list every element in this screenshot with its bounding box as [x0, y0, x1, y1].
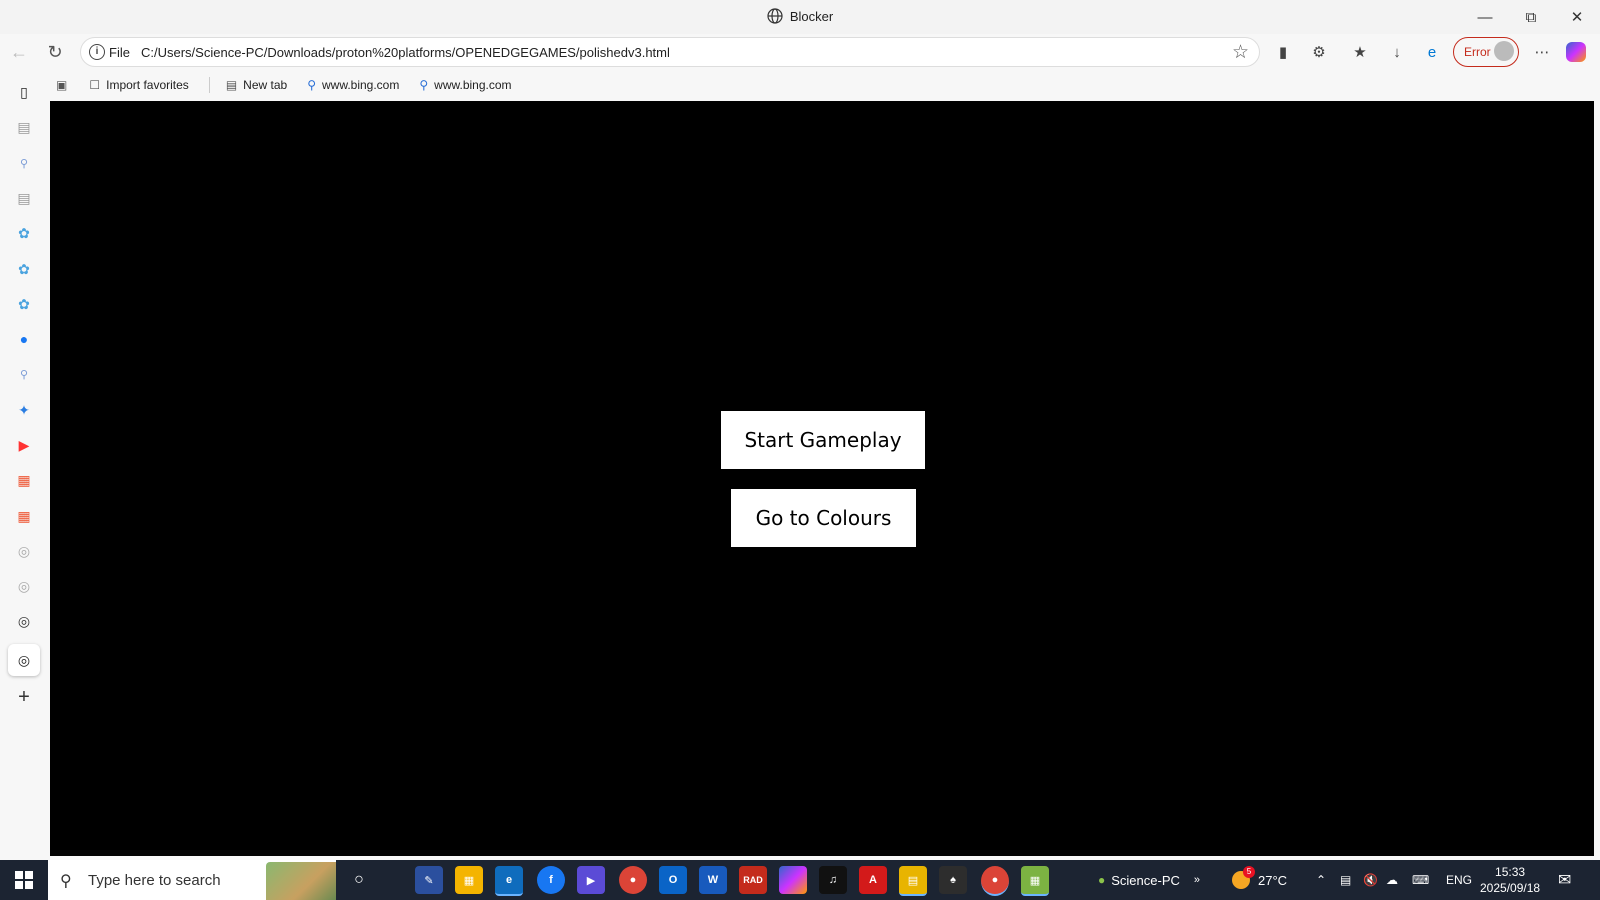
bookmark-divider — [208, 77, 210, 93]
address-url[interactable]: C:/Users/Science-PC/Downloads/proton%20p… — [141, 45, 670, 60]
clock-time: 15:33 — [1495, 865, 1526, 879]
app-copilot-icon[interactable] — [779, 866, 807, 894]
globe-icon — [767, 8, 783, 27]
vertical-tabs-sidebar: ▯ ▤ ⚲ ▤ ✿ ✿ ✿ ● ⚲ ✦ ▶ ▦ ▦ ◎ ◎ ◎ ◎ + — [0, 72, 48, 860]
tab-globe-icon[interactable]: ◎ — [12, 539, 36, 563]
taskbar: ⚲ Type here to search ○ ✎ ▦ e f ▶ ● O W … — [0, 860, 1600, 900]
tab-butterfly-icon[interactable]: ✿ — [12, 221, 36, 245]
copilot-icon[interactable] — [1566, 42, 1586, 62]
keyboard-icon[interactable]: ⌨ — [1412, 860, 1429, 900]
taskbar-user-label: Science-PC — [1111, 872, 1180, 888]
minimize-button[interactable]: — — [1462, 0, 1508, 34]
title-bar: Blocker — ⧉ ✕ — [0, 0, 1600, 34]
weather-widget[interactable]: 5 27°C — [1232, 860, 1287, 900]
language-indicator[interactable]: ENG — [1446, 860, 1472, 900]
search-highlight-image — [266, 862, 336, 900]
import-icon: ☐ — [89, 78, 101, 92]
restore-button[interactable]: ⧉ — [1508, 0, 1554, 34]
clock-date: 2025/09/18 — [1480, 881, 1541, 895]
app-tiktok-icon[interactable]: ♫ — [819, 866, 847, 894]
app-store-icon[interactable]: ▦ — [455, 866, 483, 894]
bookmark-import-favorites[interactable]: ☐ Import favorites — [89, 78, 188, 92]
taskbar-search[interactable]: ⚲ Type here to search — [48, 860, 336, 900]
tab-butterfly-icon[interactable]: ✿ — [12, 292, 36, 316]
tab-globe-active-icon[interactable]: ◎ — [8, 644, 40, 676]
window-title: Blocker — [0, 8, 1600, 27]
app-edge-icon[interactable]: e — [495, 866, 523, 896]
tab-globe-icon[interactable]: ◎ — [12, 609, 36, 633]
app-solitaire-icon[interactable]: ♠ — [939, 866, 967, 894]
chevron-right-icon[interactable]: » — [1194, 874, 1200, 886]
notifications-icon[interactable]: ✉ — [1558, 860, 1571, 900]
tab-page-icon[interactable]: ▤ — [12, 115, 36, 139]
tab-actions-icon[interactable]: ▣ — [56, 78, 73, 92]
game-canvas: Start Gameplay Go to Colours — [50, 101, 1594, 856]
weather-temp: 27°C — [1258, 872, 1288, 888]
weather-badge: 5 — [1243, 866, 1255, 878]
tab-globe-icon[interactable]: ◎ — [12, 574, 36, 598]
tab-sparkle-icon[interactable]: ✦ — [12, 398, 36, 422]
app-acrobat-icon[interactable]: A — [859, 866, 887, 894]
network-icon[interactable]: ▤ — [1340, 860, 1351, 900]
bookmark-bing-1[interactable]: ⚲ www.bing.com — [307, 78, 399, 92]
new-tab-icon: ▤ — [225, 78, 238, 92]
profile-error-label: Error — [1464, 45, 1491, 59]
tray-overflow-icon[interactable]: ⌃ — [1316, 860, 1326, 900]
search-icon: ⚲ — [419, 78, 429, 92]
app-notes-icon[interactable]: ✎ — [415, 866, 443, 894]
tab-youtube-icon[interactable]: ▶ — [12, 433, 36, 457]
favorite-star-icon[interactable]: ☆ — [1232, 41, 1249, 64]
app-chrome-icon[interactable]: ● — [619, 866, 647, 894]
onedrive-icon[interactable]: ☁ — [1386, 860, 1398, 900]
avatar — [1494, 41, 1514, 61]
search-icon: ⚲ — [307, 78, 316, 92]
taskbar-user[interactable]: ● Science-PC » — [1098, 860, 1200, 900]
tab-butterfly-icon[interactable]: ✿ — [12, 257, 36, 281]
tab-facebook-icon[interactable]: ● — [12, 327, 36, 351]
app-outlook-icon[interactable]: O — [659, 866, 687, 894]
app-chrome-profile-icon[interactable]: ● — [981, 866, 1009, 896]
close-button[interactable]: ✕ — [1554, 0, 1600, 34]
bookmark-new-tab[interactable]: ▤ New tab — [226, 78, 287, 92]
app-facebook-icon[interactable]: f — [537, 866, 565, 894]
downloads-icon[interactable]: ↓ — [1385, 40, 1409, 64]
start-gameplay-button[interactable]: Start Gameplay — [721, 411, 925, 469]
bookmark-manager-icon[interactable]: ▮ — [1271, 40, 1295, 64]
app-word-icon[interactable]: W — [699, 866, 727, 894]
app-bing-icon[interactable]: ▶ — [577, 866, 605, 894]
extensions-icon[interactable]: ⚙ — [1307, 40, 1331, 64]
tab-panel-icon[interactable]: ▯ — [12, 80, 36, 104]
new-tab-plus-icon[interactable]: + — [12, 685, 36, 709]
profile-error-button[interactable]: Error — [1453, 37, 1519, 67]
tab-search-icon[interactable]: ⚲ — [12, 151, 36, 175]
more-menu-icon[interactable]: ⋯ — [1530, 40, 1554, 64]
favorites-icon[interactable]: ★ — [1348, 40, 1372, 64]
tab-store-icon[interactable]: ▦ — [12, 504, 36, 528]
info-icon[interactable]: i — [89, 44, 105, 60]
weather-sun-icon: 5 — [1232, 866, 1255, 889]
tab-search-icon[interactable]: ⚲ — [12, 362, 36, 386]
app-file-explorer-icon[interactable]: ▤ — [899, 866, 927, 896]
address-bar[interactable]: i File C:/Users/Science-PC/Downloads/pro… — [80, 37, 1260, 67]
user-icon: ● — [1098, 873, 1106, 887]
windows-icon — [15, 871, 33, 889]
bookmarks-bar: ▣ ☐ Import favorites ▤ New tab ⚲ www.bing.c… — [56, 74, 532, 96]
taskbar-search-placeholder: Type here to search — [88, 872, 221, 889]
tab-page-icon[interactable]: ▤ — [12, 186, 36, 210]
edge-icon[interactable]: e — [1420, 40, 1444, 64]
address-scheme: File — [109, 45, 130, 60]
back-button[interactable]: ← — [5, 40, 33, 64]
bookmark-bing-2[interactable]: ⚲ www.bing.com — [419, 78, 511, 92]
windows-start-button[interactable] — [0, 860, 48, 900]
window-title-text: Blocker — [789, 9, 834, 24]
volume-muted-icon[interactable]: 🔇 — [1363, 860, 1378, 900]
app-rad-icon[interactable]: RAD — [739, 866, 767, 894]
app-spreadsheet-icon[interactable]: ▦ — [1021, 866, 1049, 896]
go-to-colours-button[interactable]: Go to Colours — [731, 489, 916, 547]
clock[interactable]: 15:33 2025/09/18 — [1480, 860, 1540, 900]
refresh-button[interactable]: ↻ — [41, 40, 69, 64]
tab-store-icon[interactable]: ▦ — [12, 468, 36, 492]
cortana-icon[interactable]: ○ — [345, 866, 373, 894]
search-icon: ⚲ — [60, 873, 72, 890]
